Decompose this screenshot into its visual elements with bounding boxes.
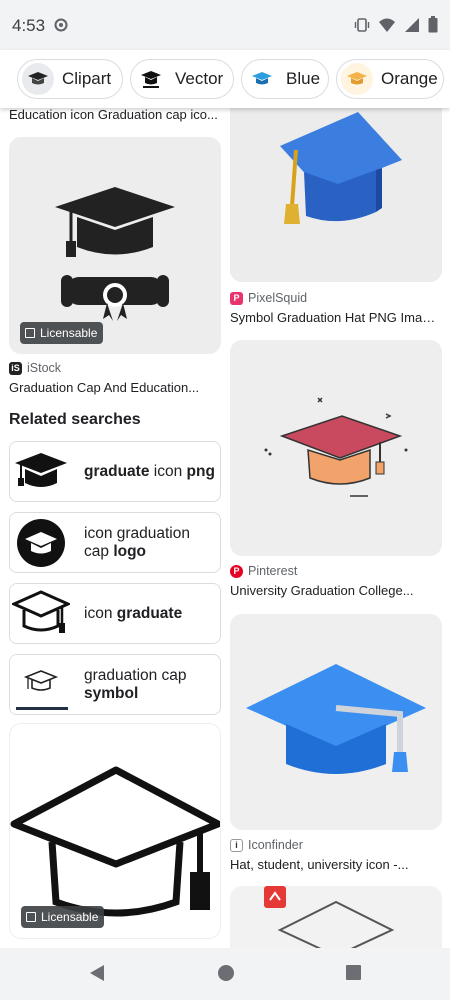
result-caption[interactable]: Hat, student, university icon -... — [230, 857, 442, 872]
result-caption[interactable]: Graduation Cap And Education... — [9, 380, 221, 395]
graduation-cap-outline-icon — [12, 589, 70, 633]
graduation-cap-icon — [141, 71, 161, 88]
filter-chips-bar: Clipart Vector Blue Orange — [0, 50, 450, 108]
badge-label: Licensable — [41, 910, 99, 924]
wifi-icon — [379, 18, 395, 32]
status-bar: 4:53 — [0, 0, 450, 50]
vibrate-icon — [354, 17, 370, 32]
graduation-cap-logo-icon — [17, 518, 65, 567]
chip-orange[interactable]: Orange — [336, 59, 444, 99]
graduation-cap-line-image — [264, 886, 395, 948]
graduation-cap-icon — [347, 72, 367, 85]
blue-graduation-cap-image — [280, 112, 402, 224]
source-name: PixelSquid — [248, 291, 308, 305]
chip-label: Orange — [381, 69, 438, 88]
result-image-iconfinder[interactable] — [230, 614, 442, 830]
chip-vector[interactable]: Vector — [130, 59, 234, 99]
related-search-text: graduate icon png — [84, 462, 215, 480]
related-search-thumbnail — [10, 442, 72, 501]
related-search-item[interactable]: graduation cap symbol — [9, 654, 221, 715]
recents-icon[interactable] — [345, 964, 362, 981]
result-image-pinterest[interactable] — [230, 340, 442, 556]
result-source[interactable]: P PixelSquid — [230, 291, 307, 305]
status-time: 4:53 — [12, 16, 46, 35]
licensable-badge: Licensable — [20, 322, 104, 344]
result-image-partial[interactable] — [230, 886, 442, 948]
chip-clipart[interactable]: Clipart — [17, 59, 123, 99]
related-search-text: icon graduation cap logo — [84, 524, 190, 560]
graduation-cap-symbol-icon — [16, 669, 68, 710]
related-search-thumbnail — [10, 655, 72, 714]
licensable-badge: Licensable — [21, 906, 105, 928]
related-search-thumbnail — [10, 513, 72, 572]
chip-label: Vector — [175, 69, 224, 88]
related-search-item[interactable]: graduate icon png — [9, 441, 221, 502]
source-name: iStock — [27, 361, 62, 375]
result-caption[interactable]: Education icon Graduation cap ico... — [9, 108, 221, 122]
result-caption[interactable]: University Graduation College... — [230, 583, 442, 598]
chip-clipart-thumbnail — [22, 63, 54, 95]
related-search-text: icon graduate — [84, 604, 183, 622]
source-name: Iconfinder — [248, 838, 303, 852]
chip-orange-thumbnail — [341, 63, 373, 95]
graduation-cap-icon — [28, 72, 48, 85]
result-caption[interactable]: Symbol Graduation Hat PNG Image... — [230, 310, 442, 325]
chip-label: Clipart — [62, 69, 112, 88]
result-image-istock[interactable]: Licensable — [9, 137, 221, 354]
related-searches-title: Related searches — [9, 411, 141, 428]
chip-label: Blue — [286, 69, 321, 88]
image-icon — [26, 912, 36, 922]
result-image-outline-cap[interactable]: Licensable — [9, 723, 221, 939]
home-icon[interactable] — [217, 964, 235, 982]
related-search-item[interactable]: icon graduation cap logo — [9, 512, 221, 573]
result-source[interactable]: P Pinterest — [230, 564, 297, 578]
chip-blue[interactable]: Blue — [241, 59, 329, 99]
graduation-cap-icon — [252, 72, 272, 85]
notification-icon — [54, 18, 68, 32]
signal-icon — [405, 17, 419, 32]
pixelsquid-logo-icon: P — [230, 291, 243, 305]
system-navigation-bar — [0, 948, 450, 1000]
blue-flat-graduation-cap-image — [246, 664, 426, 774]
related-search-item[interactable]: icon graduate — [9, 583, 221, 644]
pinterest-logo-icon: P — [230, 564, 243, 578]
result-source[interactable]: iS iStock — [9, 361, 61, 375]
back-icon[interactable] — [88, 964, 106, 982]
istock-logo-icon: iS — [9, 361, 22, 375]
iconfinder-logo-icon: i — [230, 838, 243, 852]
chip-blue-thumbnail — [246, 63, 278, 95]
chip-vector-thumbnail — [135, 63, 167, 95]
graduation-cap-icon — [15, 452, 67, 487]
related-search-thumbnail — [10, 584, 72, 643]
result-image-pixelsquid[interactable] — [230, 108, 442, 282]
image-icon — [25, 328, 35, 338]
related-search-text: graduation cap symbol — [84, 666, 187, 702]
battery-icon — [428, 16, 438, 33]
source-name: Pinterest — [248, 564, 298, 578]
image-results-grid: Education icon Graduation cap ico... Lic… — [0, 108, 450, 948]
badge-label: Licensable — [40, 326, 98, 340]
result-source[interactable]: i Iconfinder — [230, 838, 303, 852]
red-orange-graduation-cap-image — [264, 397, 408, 497]
